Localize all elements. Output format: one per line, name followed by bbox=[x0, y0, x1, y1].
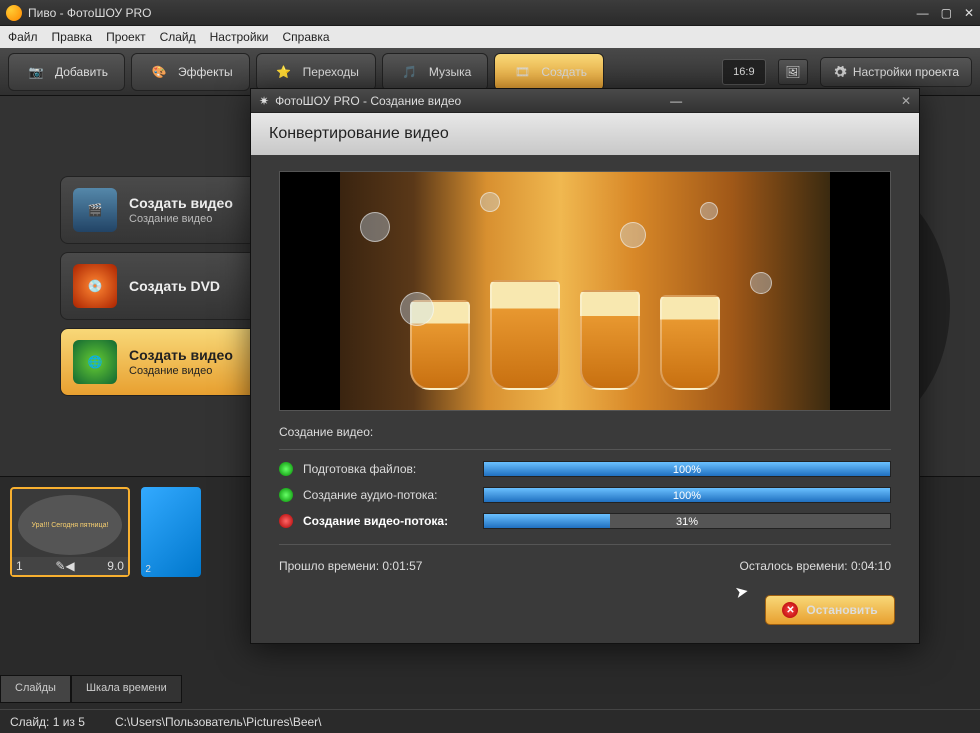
close-icon[interactable]: ✕ bbox=[964, 6, 974, 20]
dialog-header: Конвертирование видео bbox=[251, 113, 919, 155]
timeline-tabs: Слайды Шкала времени bbox=[0, 675, 182, 703]
recording-icon bbox=[279, 514, 293, 528]
dialog-title: ФотоШОУ PRO - Создание видео bbox=[275, 94, 461, 108]
timeline-thumb-2[interactable]: 2 bbox=[141, 487, 201, 577]
dialog-close-icon[interactable]: ✕ bbox=[901, 94, 911, 108]
menu-project[interactable]: Проект bbox=[106, 30, 146, 44]
progress-bar: 31% bbox=[483, 513, 891, 529]
minimize-icon[interactable]: — bbox=[917, 6, 929, 20]
pencil-icon[interactable]: ✎◀ bbox=[55, 559, 74, 573]
stop-icon: ✕ bbox=[782, 602, 798, 618]
film-icon: 🎬 bbox=[73, 188, 117, 232]
thumb-info: 1 ✎◀ 9.0 bbox=[12, 557, 128, 575]
reel-icon: ✷ bbox=[259, 94, 269, 108]
menu-edit[interactable]: Правка bbox=[52, 30, 93, 44]
time-row: Прошло времени: 0:01:57 Осталось времени… bbox=[279, 559, 891, 573]
create-button[interactable]: 🎞Создать bbox=[494, 53, 604, 91]
aspect-ratio[interactable]: 16:9 bbox=[722, 59, 766, 85]
star-icon: ⭐ bbox=[273, 61, 295, 83]
frame-icon-button[interactable]: 🖼 bbox=[778, 59, 808, 85]
status-path: C:\Users\Пользователь\Pictures\Beer\ bbox=[115, 715, 322, 729]
globe-icon: 🌐 bbox=[73, 340, 117, 384]
effects-button[interactable]: 🎨Эффекты bbox=[131, 53, 250, 91]
stop-button[interactable]: ✕ Остановить bbox=[765, 595, 895, 625]
window-title: Пиво - ФотоШОУ PRO bbox=[28, 6, 152, 20]
statusbar: Слайд: 1 из 5 C:\Users\Пользователь\Pict… bbox=[0, 709, 980, 733]
maximize-icon[interactable]: ▢ bbox=[941, 6, 952, 20]
check-icon bbox=[279, 462, 293, 476]
progress-row-files: Подготовка файлов: 100% bbox=[279, 456, 891, 482]
timeline-thumb[interactable]: Ура!!! Сегодня пятница! 1 ✎◀ 9.0 bbox=[10, 487, 130, 577]
dialog-body: Создание видео: Подготовка файлов: 100% … bbox=[251, 155, 919, 589]
add-button[interactable]: 📷Добавить bbox=[8, 53, 125, 91]
dialog-titlebar: ✷ ФотоШОУ PRO - Создание видео — ✕ bbox=[251, 89, 919, 113]
tab-timescale[interactable]: Шкала времени bbox=[71, 675, 182, 703]
separator bbox=[279, 449, 891, 450]
check-icon bbox=[279, 488, 293, 502]
status-slide: Слайд: 1 из 5 bbox=[10, 715, 85, 729]
dvd-icon: 💿 bbox=[73, 264, 117, 308]
thumb-preview: Ура!!! Сегодня пятница! bbox=[18, 495, 122, 555]
progress-section-label: Создание видео: bbox=[279, 425, 891, 439]
tab-slides[interactable]: Слайды bbox=[0, 675, 71, 703]
progress-row-audio: Создание аудио-потока: 100% bbox=[279, 482, 891, 508]
convert-dialog: ✷ ФотоШОУ PRO - Создание видео — ✕ Конве… bbox=[250, 88, 920, 644]
app-icon bbox=[6, 5, 22, 21]
reel-icon: 🎞 bbox=[511, 61, 533, 83]
project-settings-button[interactable]: Настройки проекта bbox=[820, 57, 972, 87]
menu-help[interactable]: Справка bbox=[282, 30, 329, 44]
gear-icon bbox=[833, 65, 847, 79]
dialog-minimize-icon[interactable]: — bbox=[670, 94, 682, 108]
menu-settings[interactable]: Настройки bbox=[210, 30, 269, 44]
progress-bar: 100% bbox=[483, 487, 891, 503]
progress-row-video: Создание видео-потока: 31% bbox=[279, 508, 891, 534]
progress-bar: 100% bbox=[483, 461, 891, 477]
music-icon: 🎵 bbox=[399, 61, 421, 83]
transitions-button[interactable]: ⭐Переходы bbox=[256, 53, 376, 91]
menu-file[interactable]: Файл bbox=[8, 30, 38, 44]
camera-icon: 📷 bbox=[25, 61, 47, 83]
palette-icon: 🎨 bbox=[148, 61, 170, 83]
music-button[interactable]: 🎵Музыка bbox=[382, 53, 488, 91]
titlebar: Пиво - ФотоШОУ PRO — ▢ ✕ bbox=[0, 0, 980, 26]
separator bbox=[279, 544, 891, 545]
video-preview bbox=[279, 171, 891, 411]
menubar: Файл Правка Проект Слайд Настройки Справ… bbox=[0, 26, 980, 48]
menu-slide[interactable]: Слайд bbox=[160, 30, 196, 44]
